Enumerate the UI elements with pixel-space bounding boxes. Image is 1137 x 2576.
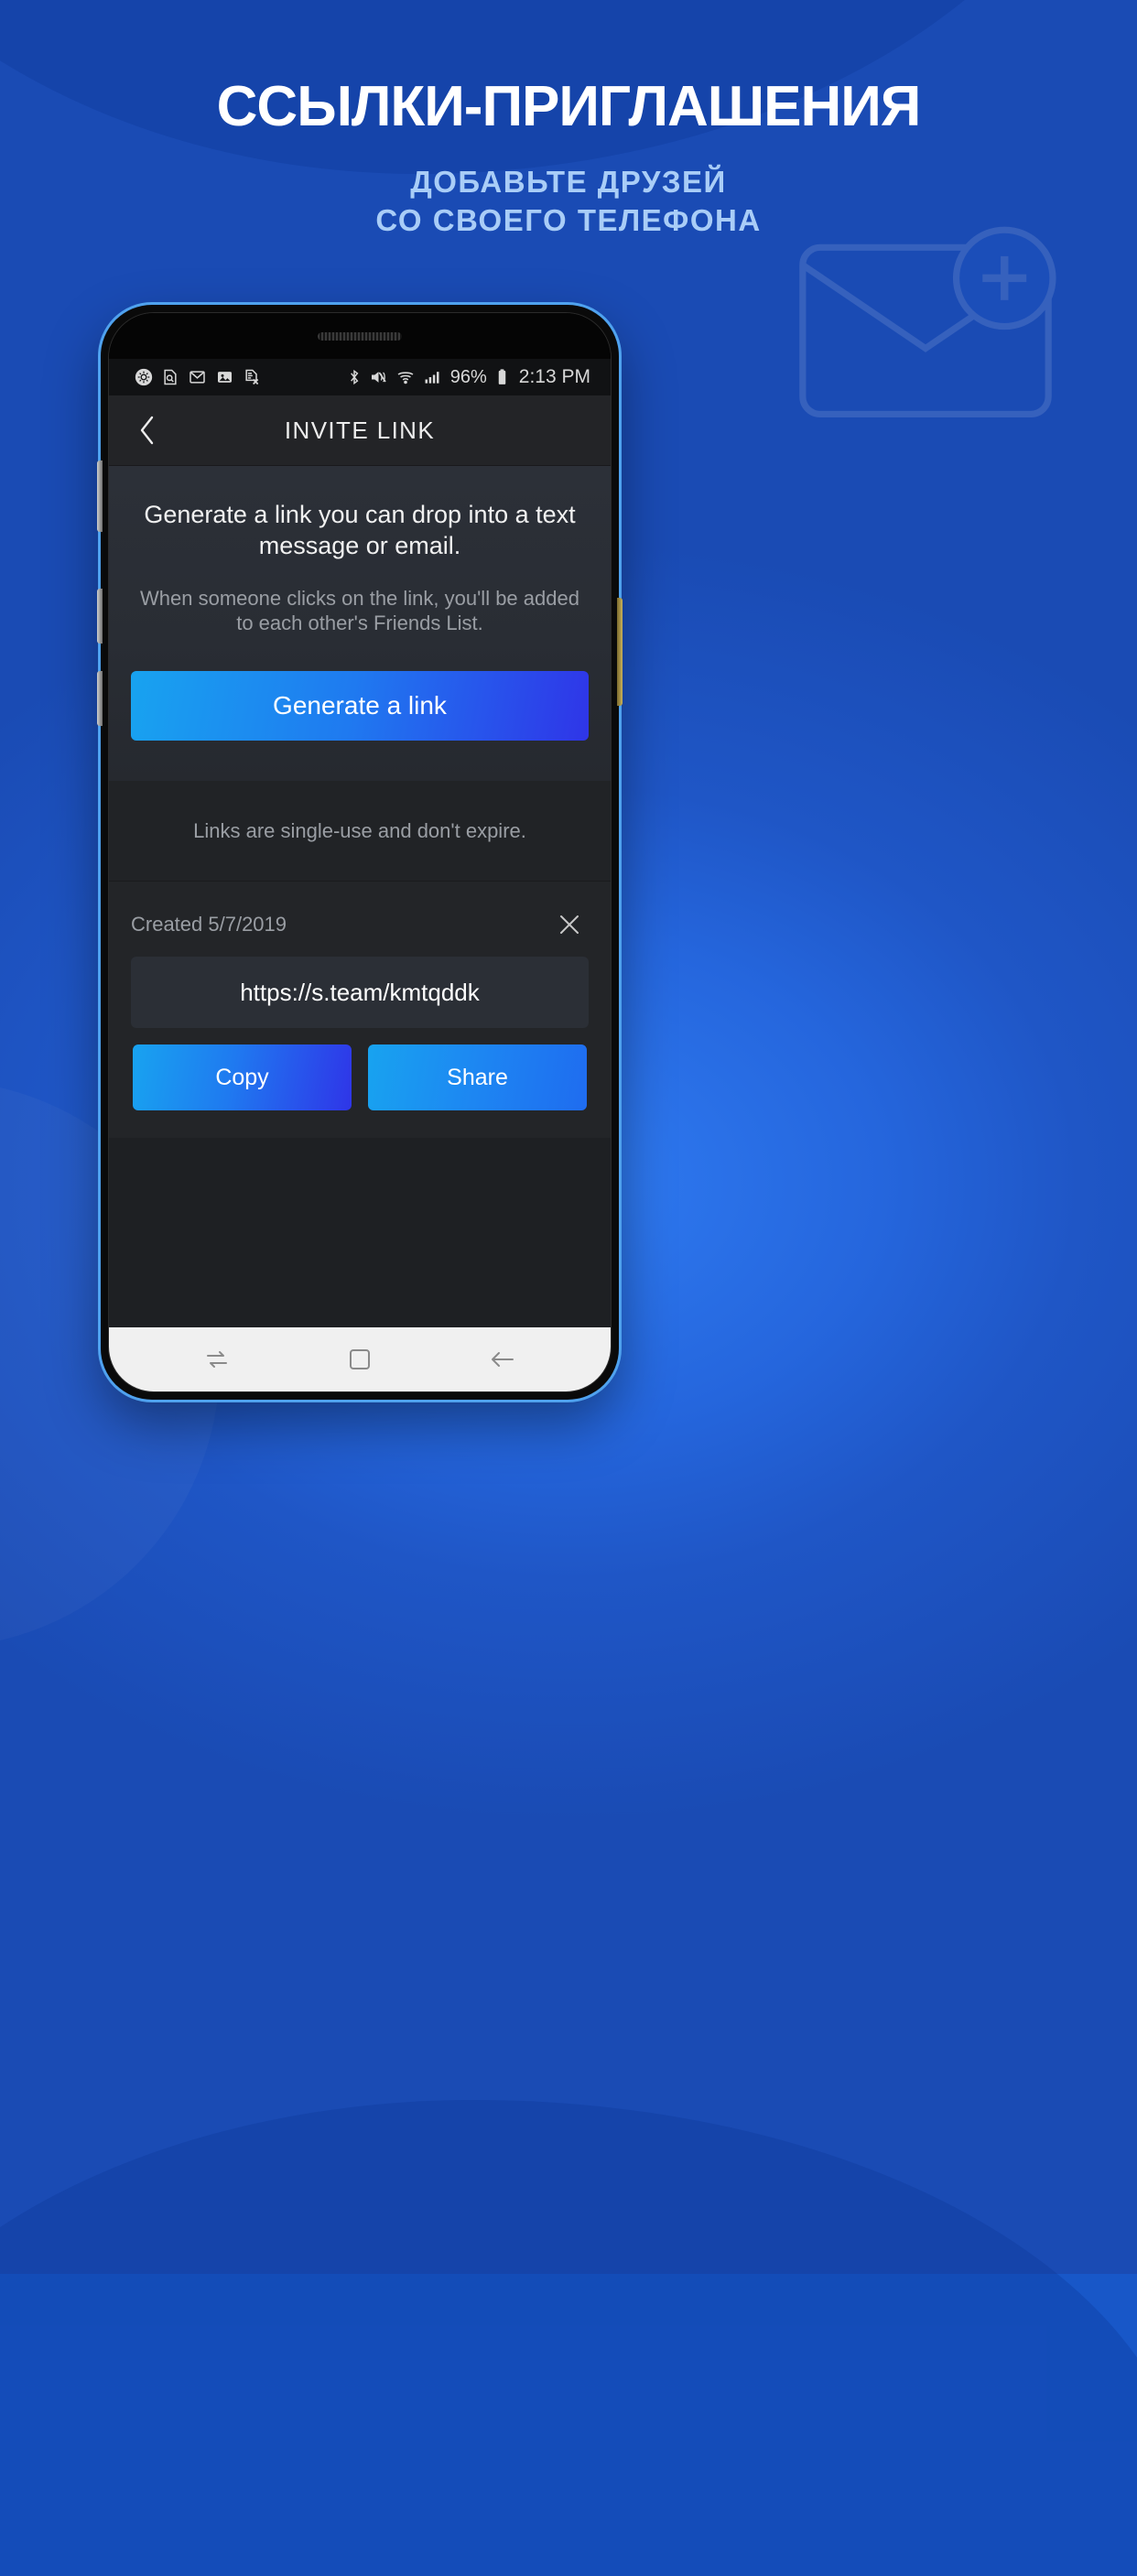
back-arrow-icon[interactable] — [471, 1327, 535, 1391]
app-bar-title: INVITE LINK — [284, 416, 436, 444]
share-button[interactable]: Share — [368, 1044, 587, 1110]
phone-mockup: 96% 2:13 PM INVITE LINK Generate a link … — [97, 305, 623, 1400]
photo-icon — [215, 368, 234, 386]
link-card-header: Created 5/7/2019 — [131, 898, 589, 951]
promo-subtitle-line-2: СО СВОЕГО ТЕЛЕФОНА — [375, 203, 762, 238]
battery-full-icon — [496, 368, 508, 386]
recents-icon[interactable] — [185, 1327, 249, 1391]
generate-link-card: Generate a link you can drop into a text… — [109, 466, 611, 781]
copy-button[interactable]: Copy — [133, 1044, 352, 1110]
gmail-icon — [188, 368, 207, 386]
envelope-plus-icon — [793, 212, 1058, 423]
invite-url-field[interactable]: https://s.team/kmtqddk — [131, 957, 589, 1028]
home-square-icon[interactable] — [328, 1327, 392, 1391]
created-date-label: Created 5/7/2019 — [131, 913, 287, 936]
status-bar: 96% 2:13 PM — [109, 359, 611, 395]
volume-mute-icon — [369, 368, 388, 386]
file-remove-icon — [243, 368, 261, 386]
promo-subtitle-line-1: ДОБАВЬТЕ ДРУЗЕЙ — [410, 165, 727, 199]
existing-link-card: Created 5/7/2019 https://s.team/kmtqddk … — [109, 882, 611, 1138]
android-navigation-bar — [109, 1327, 611, 1391]
single-use-note: Links are single-use and don't expire. — [109, 781, 611, 882]
empty-content-area — [109, 1138, 611, 1327]
phone-side-button-assistant[interactable] — [97, 671, 103, 726]
phone-side-button-volume-up[interactable] — [97, 460, 103, 532]
page-title: ССЫЛКИ-ПРИГЛАШЕНИЯ — [216, 75, 922, 138]
phone-side-button-power[interactable] — [617, 598, 623, 706]
battery-percent-label: 96% — [449, 366, 487, 387]
wifi-icon — [395, 368, 416, 386]
gear-icon — [135, 368, 153, 386]
invite-url-value: https://s.team/kmtqddk — [240, 978, 480, 1006]
phone-earpiece-area — [109, 313, 611, 359]
single-use-note-label: Links are single-use and don't expire. — [193, 818, 526, 842]
promo-headline: ССЫЛКИ-ПРИГЛАШЕНИЯ ДОБАВЬТЕ ДРУЗЕЙ СО СВ… — [0, 79, 1137, 240]
status-bar-clock: 2:13 PM — [518, 366, 590, 387]
phone-side-button-volume-down[interactable] — [97, 589, 103, 644]
phone-screen: 96% 2:13 PM INVITE LINK Generate a link … — [108, 312, 612, 1392]
link-actions-row: Copy Share — [131, 1044, 589, 1110]
earpiece-speaker — [318, 331, 402, 341]
sub-text: When someone clicks on the link, you'll … — [140, 586, 579, 635]
generate-link-button[interactable]: Generate a link — [131, 671, 589, 741]
bluetooth-icon — [347, 368, 362, 386]
status-bar-system-icons: 96% 2:13 PM — [347, 366, 590, 388]
cellular-signal-icon — [423, 368, 441, 386]
close-x-icon[interactable] — [550, 905, 589, 944]
lead-text: Generate a link you can drop into a text… — [144, 501, 576, 560]
document-search-icon — [161, 368, 179, 386]
promo-subtitle: ДОБАВЬТЕ ДРУЗЕЙ СО СВОЕГО ТЕЛЕФОНА — [0, 163, 1137, 240]
status-bar-notification-icons — [135, 368, 261, 386]
back-chevron-icon[interactable] — [118, 395, 177, 465]
app-bar: INVITE LINK — [109, 395, 611, 466]
background-blob-bottom — [0, 2100, 1137, 2576]
